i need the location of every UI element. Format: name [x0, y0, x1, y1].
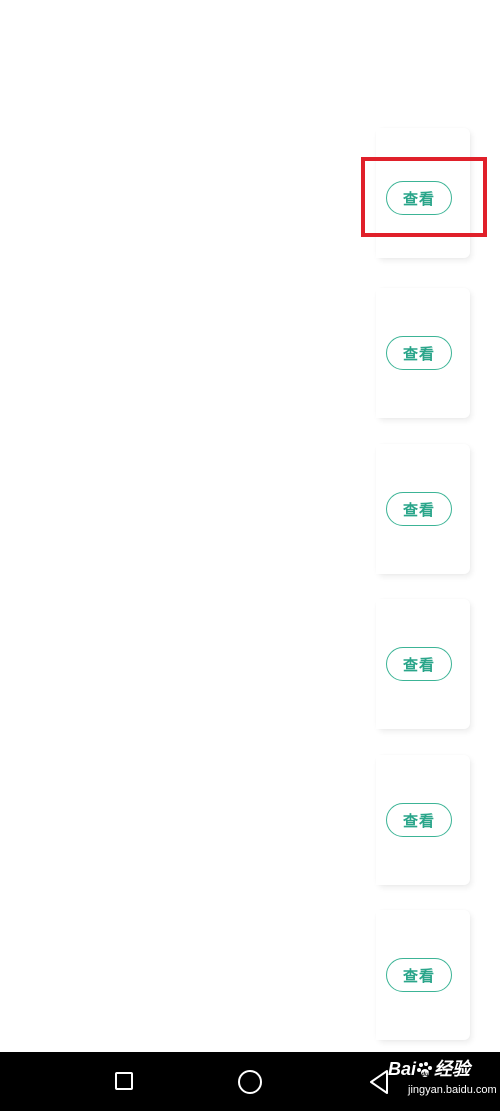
baidu-jingyan-watermark: Bai du 经验 — [388, 1058, 470, 1080]
screen: 查看 查看 查看 查看 查看 查看 Bai du 经验 jingyan.baid… — [0, 0, 500, 1111]
view-button[interactable]: 查看 — [386, 647, 452, 681]
view-button[interactable]: 查看 — [386, 181, 452, 215]
square-icon[interactable] — [115, 1072, 133, 1090]
view-button[interactable]: 查看 — [386, 803, 452, 837]
view-button[interactable]: 查看 — [386, 336, 452, 370]
watermark-brand-prefix: Bai — [388, 1059, 417, 1079]
paw-icon: du — [417, 1062, 433, 1078]
watermark-brand-suffix: 经验 — [434, 1059, 471, 1079]
view-button[interactable]: 查看 — [386, 958, 452, 992]
circle-icon[interactable] — [238, 1070, 262, 1094]
svg-text:du: du — [421, 1072, 429, 1078]
watermark-domain: jingyan.baidu.com — [408, 1084, 497, 1096]
view-button[interactable]: 查看 — [386, 492, 452, 526]
triangle-back-icon[interactable] — [368, 1069, 390, 1095]
system-navigation-bar: Bai du 经验 jingyan.baidu.com — [0, 1052, 500, 1111]
